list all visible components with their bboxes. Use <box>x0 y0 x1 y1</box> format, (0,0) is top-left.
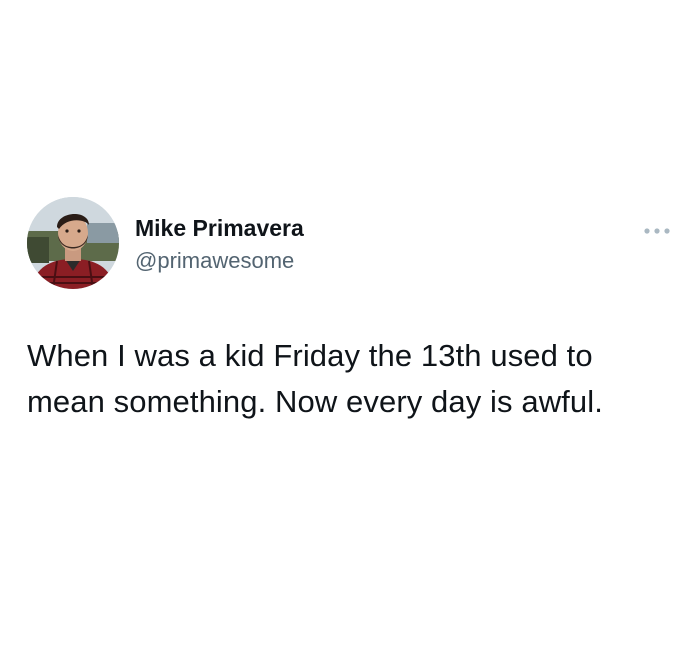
more-horizontal-icon <box>644 228 670 234</box>
profile-photo <box>27 197 119 289</box>
tweet-text: When I was a kid Friday the 13th used to… <box>27 338 603 419</box>
author-name[interactable]: Mike Primavera <box>135 214 304 242</box>
tweet-card: Mike Primavera @primawesome When I was a… <box>0 0 700 666</box>
more-options-button[interactable] <box>640 224 674 238</box>
author-handle[interactable]: @primawesome <box>135 248 294 274</box>
avatar[interactable] <box>27 197 119 289</box>
